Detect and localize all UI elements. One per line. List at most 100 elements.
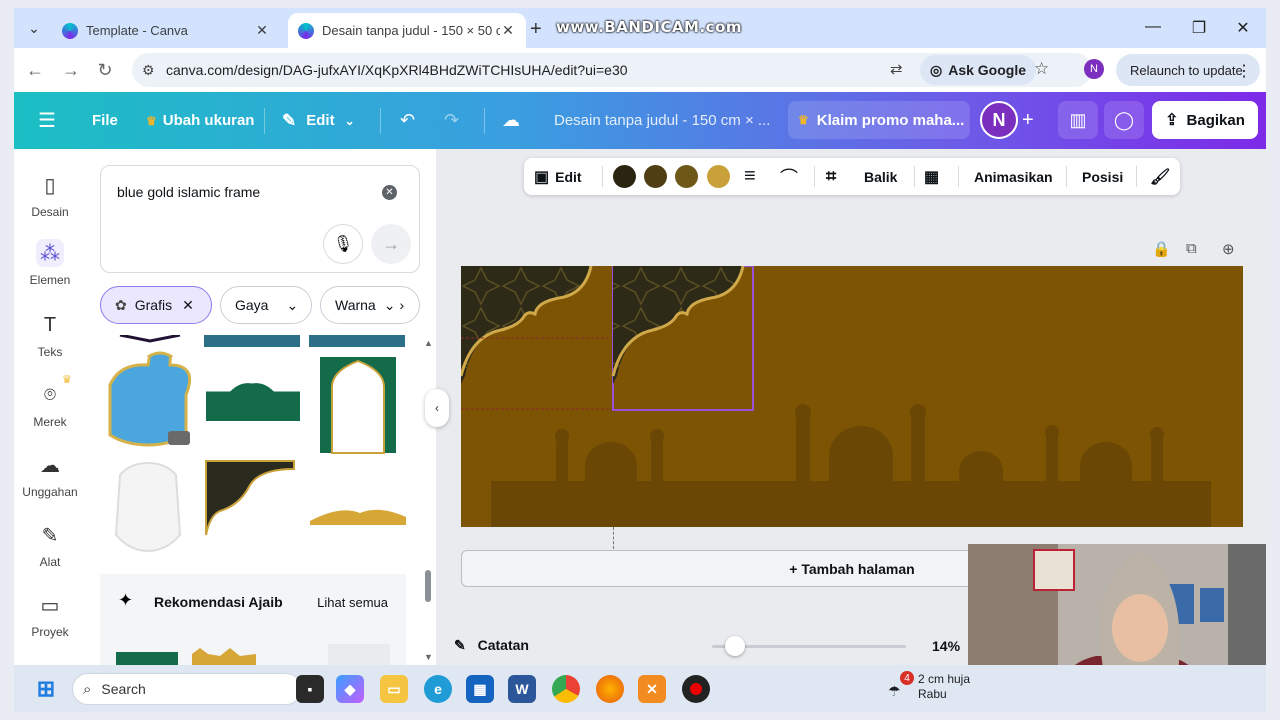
forward-icon[interactable]: → bbox=[60, 60, 82, 81]
crop-icon[interactable]: ⌗ bbox=[826, 164, 836, 189]
chip-grafis[interactable]: ✿ Grafis ✕ bbox=[100, 286, 212, 324]
resize-menu[interactable]: ♛ Ubah ukuran bbox=[146, 92, 254, 149]
windows-start-icon[interactable]: ⊞ bbox=[32, 675, 60, 703]
task-view-icon[interactable]: ▪ bbox=[296, 675, 324, 703]
site-info-icon[interactable]: ⚙ bbox=[142, 62, 155, 79]
edit-menu[interactable]: ✎ Edit ⌄ bbox=[282, 92, 355, 149]
rail-item-elemen[interactable]: ⁂ Elemen bbox=[14, 239, 86, 287]
reload-icon[interactable]: ↻ bbox=[94, 60, 116, 81]
see-all-link[interactable]: Lihat semua bbox=[317, 595, 388, 610]
rail-item-desain[interactable]: ▯ Desain bbox=[14, 171, 86, 220]
weather-line-1: 2 cm huja bbox=[918, 672, 971, 686]
word-icon[interactable]: W bbox=[508, 675, 536, 703]
rail-item-teks[interactable]: T Teks bbox=[14, 311, 86, 360]
weather-widget[interactable]: ☂ 2 cm huja Rabu bbox=[888, 672, 971, 702]
file-explorer-icon[interactable]: ▭ bbox=[380, 675, 408, 703]
transparency-icon[interactable]: ▦ bbox=[924, 164, 939, 189]
chip-warna[interactable]: Warna ⌄ › bbox=[320, 286, 420, 324]
search-input[interactable]: blue gold islamic frame bbox=[117, 184, 260, 200]
canvas-artwork[interactable] bbox=[461, 266, 1243, 527]
insights-chart-icon[interactable]: ▥ bbox=[1058, 101, 1098, 139]
tab-desain[interactable]: Desain tanpa judul - 150 × 50 c ✕ bbox=[288, 13, 526, 48]
text-icon: T bbox=[43, 313, 57, 336]
recommendation-thumbnails[interactable] bbox=[100, 644, 406, 665]
close-tab-icon[interactable]: ✕ bbox=[500, 22, 516, 39]
back-icon[interactable]: ← bbox=[24, 60, 46, 81]
rail-item-merek[interactable]: ⌾ Merek ♛ bbox=[14, 374, 86, 429]
copy-style-icon[interactable]: 🖌 bbox=[1150, 164, 1170, 189]
profile-avatar[interactable]: N bbox=[1084, 59, 1104, 79]
cloud-saved-icon[interactable]: ☁ bbox=[502, 92, 520, 149]
translate-icon[interactable]: ⇄ bbox=[890, 60, 903, 78]
color-swatch-2[interactable] bbox=[644, 165, 667, 188]
notes-label: Catatan bbox=[477, 637, 529, 653]
more-menu-icon[interactable]: ⋮ bbox=[1236, 61, 1252, 81]
bookmark-star-icon[interactable]: ☆ bbox=[1034, 59, 1049, 79]
tab-search-button[interactable]: ⌄ bbox=[20, 14, 48, 42]
color-swatch-1[interactable] bbox=[613, 165, 636, 188]
notes-button[interactable]: ✎ Catatan bbox=[454, 637, 529, 654]
copilot-icon[interactable]: ◆ bbox=[336, 675, 364, 703]
chip-label: Grafis bbox=[134, 297, 173, 313]
store-icon[interactable]: ▦ bbox=[466, 675, 494, 703]
clear-search-icon[interactable]: ✕ bbox=[382, 185, 397, 200]
edge-icon[interactable]: e bbox=[424, 675, 452, 703]
relaunch-button[interactable]: Relaunch to update ⋮ bbox=[1116, 54, 1260, 86]
comments-icon[interactable]: ◯ bbox=[1104, 101, 1144, 139]
line-weight-icon[interactable]: ≡ bbox=[744, 164, 756, 189]
panel-scrollbar[interactable] bbox=[425, 570, 431, 602]
rail-item-unggahan[interactable]: ☁ Unggahan bbox=[14, 451, 86, 500]
add-page-icon[interactable]: ⊕ bbox=[1222, 240, 1235, 258]
taskbar-search[interactable]: ⌕ Search bbox=[72, 673, 302, 705]
close-tab-icon[interactable]: ✕ bbox=[254, 22, 270, 39]
rail-item-proyek[interactable]: ▭ Proyek bbox=[14, 591, 86, 640]
duplicate-page-icon[interactable]: ⧉ bbox=[1186, 240, 1197, 257]
canva-top-bar: ☰ File ♛ Ubah ukuran ✎ Edit ⌄ ↶ ↷ ☁ Desa… bbox=[14, 92, 1266, 149]
restore-icon[interactable]: ❐ bbox=[1184, 18, 1214, 38]
scroll-up-icon[interactable]: ▲ bbox=[424, 338, 433, 348]
corner-curve-icon[interactable]: ⌒ bbox=[780, 164, 798, 189]
remove-chip-icon[interactable]: ✕ bbox=[182, 297, 194, 314]
zoom-value[interactable]: 14% bbox=[932, 638, 960, 654]
brand-icon: ⌾ bbox=[44, 383, 56, 406]
design-canvas[interactable] bbox=[461, 266, 1243, 527]
firefox-icon[interactable] bbox=[596, 675, 624, 703]
search-box[interactable]: blue gold islamic frame ✕ 🎙 → bbox=[100, 165, 420, 273]
flip-button[interactable]: Balik bbox=[864, 164, 897, 189]
tab-template-canva[interactable]: Template - Canva ✕ bbox=[52, 13, 280, 48]
color-swatch-3[interactable] bbox=[675, 165, 698, 188]
bandicam-icon[interactable] bbox=[682, 675, 710, 703]
position-button[interactable]: Posisi bbox=[1082, 164, 1123, 189]
document-title[interactable]: Desain tanpa judul - 150 cm × ... bbox=[554, 92, 770, 149]
new-tab-icon[interactable]: + bbox=[530, 18, 542, 41]
rail-item-alat[interactable]: ✎ Alat bbox=[14, 521, 86, 570]
edit-image-button[interactable]: ▣ Edit bbox=[534, 164, 582, 189]
close-window-icon[interactable]: ✕ bbox=[1228, 18, 1258, 38]
color-swatch-4[interactable] bbox=[707, 165, 730, 188]
collapse-panel-icon[interactable]: ‹ bbox=[425, 389, 449, 427]
file-menu[interactable]: File bbox=[92, 92, 118, 149]
minimize-icon[interactable]: — bbox=[1138, 18, 1168, 36]
ask-google-button[interactable]: ◎ Ask Google bbox=[920, 55, 1037, 85]
rail-label: Elemen bbox=[29, 273, 71, 287]
relaunch-label: Relaunch to update bbox=[1130, 62, 1243, 78]
redo-icon[interactable]: ↷ bbox=[444, 92, 459, 149]
undo-icon[interactable]: ↶ bbox=[400, 92, 415, 149]
results-thumbnails[interactable] bbox=[100, 335, 420, 565]
user-avatar[interactable]: N bbox=[980, 101, 1018, 139]
animate-button[interactable]: Animasikan bbox=[974, 164, 1053, 189]
submit-arrow-icon[interactable]: → bbox=[371, 224, 411, 264]
chrome-icon[interactable] bbox=[552, 675, 580, 703]
promo-button[interactable]: ♛ Klaim promo maha... bbox=[788, 101, 970, 139]
add-collaborator-icon[interactable]: + bbox=[1022, 92, 1034, 149]
xampp-icon[interactable]: ✕ bbox=[638, 675, 666, 703]
url-text: canva.com/design/DAG-jufxAYI/XqKpXRl4BHd… bbox=[166, 62, 628, 78]
microphone-icon[interactable]: 🎙 bbox=[323, 224, 363, 264]
hamburger-menu-icon[interactable]: ☰ bbox=[38, 92, 56, 149]
chip-gaya[interactable]: Gaya ⌄ bbox=[220, 286, 312, 324]
taskbar-search-label: Search bbox=[101, 681, 146, 697]
lock-page-icon[interactable]: 🔒 bbox=[1152, 240, 1171, 258]
recommendation-section: ✦ Rekomendasi Ajaib Lihat semua bbox=[100, 574, 406, 665]
scroll-down-icon[interactable]: ▼ bbox=[424, 652, 433, 662]
share-button[interactable]: ⇪ Bagikan bbox=[1152, 101, 1258, 139]
